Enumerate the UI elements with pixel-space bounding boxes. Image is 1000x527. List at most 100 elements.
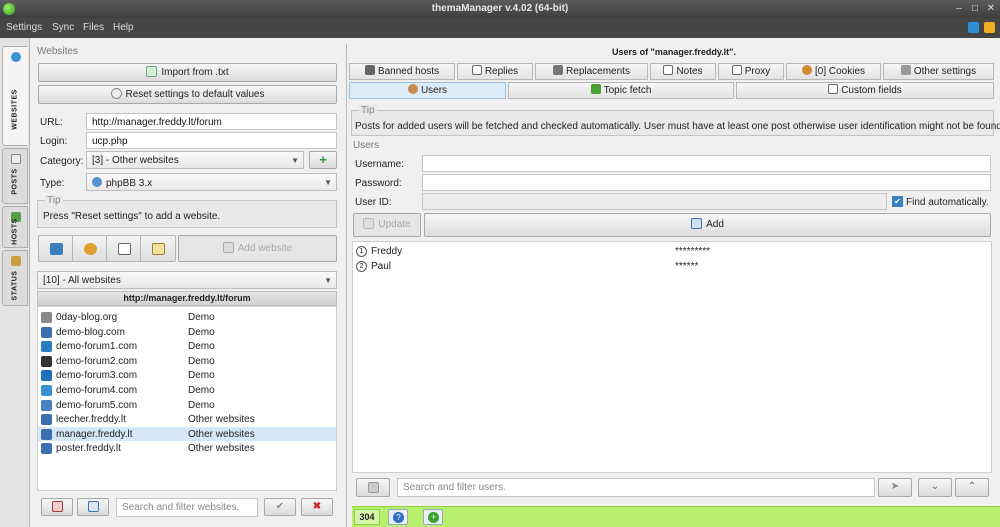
user-icon	[407, 84, 418, 94]
check-icon: ✔	[275, 501, 285, 512]
website-row[interactable]: demo-forum1.com Demo	[38, 339, 336, 354]
website-row[interactable]: demo-forum5.com Demo	[38, 398, 336, 413]
delete-website-button[interactable]	[41, 498, 73, 516]
user-row[interactable]: 2 Paul ******	[353, 259, 991, 274]
website-name: demo-forum5.com	[56, 399, 138, 411]
add-category-button[interactable]: +	[309, 151, 337, 169]
find-automatically-checkbox[interactable]: ✔	[892, 196, 903, 207]
tab-notes[interactable]: Notes	[650, 63, 716, 80]
notification-icon[interactable]	[984, 22, 995, 33]
tab-replacements-label: Replacements	[566, 66, 630, 77]
move-down-button[interactable]: ⌄	[918, 478, 952, 497]
tab-replies[interactable]: Replies	[457, 63, 533, 80]
user-filter-button[interactable]: ➤	[878, 478, 912, 497]
window-icon	[118, 243, 131, 255]
userid-label: User ID:	[355, 197, 392, 208]
help-icon: ?	[393, 512, 404, 523]
url-label: URL:	[40, 117, 63, 128]
sync-icon[interactable]	[968, 22, 979, 33]
user-name: Paul	[371, 261, 392, 272]
menu-settings[interactable]: Settings	[6, 22, 42, 33]
phpbb-icon	[92, 177, 102, 187]
side-tabs: WEBSITES POSTS HOSTS STATUS	[0, 38, 30, 527]
password-field[interactable]	[422, 174, 991, 191]
tab-status[interactable]: STATUS	[2, 250, 28, 306]
floppy-icon	[691, 218, 703, 229]
window-website-button[interactable]	[106, 235, 142, 262]
add-website-button[interactable]: Add website	[178, 235, 337, 262]
add-button[interactable]: +	[423, 509, 443, 525]
tab-banned-hosts[interactable]: Banned hosts	[349, 63, 455, 80]
site-favicon-icon	[41, 312, 52, 323]
tab-cookies[interactable]: [0] Cookies	[786, 63, 881, 80]
wrench-icon	[900, 65, 911, 75]
menu-sync[interactable]: Sync	[52, 22, 74, 33]
website-row[interactable]: manager.freddy.lt Other websites	[38, 426, 336, 442]
post-count-badge: 304	[354, 509, 380, 525]
website-row[interactable]: demo-forum2.com Demo	[38, 354, 336, 369]
website-group: Other websites	[188, 443, 255, 455]
refresh-icon	[84, 243, 97, 255]
minimize-button[interactable]: –	[952, 2, 966, 15]
menu-help[interactable]: Help	[113, 22, 134, 33]
url-field[interactable]: http://manager.freddy.lt/forum	[86, 113, 337, 130]
tab-other-settings[interactable]: Other settings	[883, 63, 994, 80]
edit-website-button[interactable]	[140, 235, 176, 262]
chevron-down-icon: ▼	[324, 276, 332, 285]
replies-icon	[471, 65, 482, 75]
website-group: Other websites	[188, 414, 255, 426]
list-view-button[interactable]	[77, 498, 109, 516]
username-field[interactable]	[422, 155, 991, 172]
website-row[interactable]: demo-forum3.com Demo	[38, 368, 336, 383]
tab-websites-label: WEBSITES	[11, 89, 19, 130]
site-favicon-icon	[41, 341, 52, 353]
update-user-button[interactable]: Update	[353, 213, 421, 237]
website-group: Demo	[188, 399, 215, 411]
copy-website-button[interactable]	[38, 235, 74, 262]
refresh-website-button[interactable]	[72, 235, 108, 262]
menu-files[interactable]: Files	[83, 22, 104, 33]
close-button[interactable]: ✕	[984, 2, 998, 15]
tab-proxy-label: Proxy	[744, 66, 771, 77]
title-bar: themaManager v.4.02 (64-bit) – □ ✕	[0, 0, 1000, 18]
reset-settings-button[interactable]: Reset settings to default values	[38, 85, 337, 104]
website-row[interactable]: demo-blog.com Demo	[38, 325, 336, 340]
website-filter-select[interactable]: [10] - All websites ▼	[37, 271, 337, 289]
maximize-button[interactable]: □	[968, 2, 982, 15]
userid-field[interactable]	[422, 193, 887, 210]
tab-topic-fetch[interactable]: Topic fetch	[508, 82, 734, 99]
tip-text: Press "Reset settings" to add a website.	[43, 211, 221, 222]
chevron-down-icon: ⌄	[930, 481, 940, 492]
login-field[interactable]: ucp.php	[86, 132, 337, 149]
website-search-input[interactable]: Search and filter websites.	[116, 498, 258, 517]
delete-user-button[interactable]	[356, 478, 390, 497]
import-txt-button[interactable]: Import from .txt	[38, 63, 337, 82]
category-select[interactable]: [3] - Other websites ▼	[86, 151, 304, 169]
help-button[interactable]: ?	[388, 509, 408, 525]
tab-replacements[interactable]: Replacements	[535, 63, 648, 80]
move-up-button[interactable]: ⌃	[955, 478, 989, 497]
website-name: demo-forum4.com	[56, 385, 138, 396]
status-bar: 304 ? +	[352, 506, 1000, 527]
users-tip-title: Tip	[359, 105, 377, 116]
apply-filter-button[interactable]: ✔	[264, 498, 296, 516]
tab-posts[interactable]: POSTS	[2, 148, 28, 204]
type-select[interactable]: phpBB 3.x ▼	[86, 173, 337, 191]
website-filter-value: [10] - All websites	[43, 275, 121, 286]
clear-filter-button[interactable]: ✖	[301, 498, 333, 516]
website-group: Demo	[188, 312, 215, 323]
website-row[interactable]: demo-forum4.com Demo	[38, 383, 336, 398]
login-label: Login:	[40, 136, 68, 147]
user-row[interactable]: 1 Freddy *********	[353, 244, 991, 259]
tab-proxy[interactable]: Proxy	[718, 63, 784, 80]
add-user-button[interactable]: Add	[424, 213, 991, 237]
website-row[interactable]: 0day-blog.org Demo	[38, 310, 336, 325]
website-row[interactable]: leecher.freddy.lt Other websites	[38, 412, 336, 427]
tab-websites[interactable]: WEBSITES	[2, 46, 28, 146]
website-row[interactable]: poster.freddy.lt Other websites	[38, 441, 336, 456]
tab-users[interactable]: Users	[349, 82, 506, 99]
tab-custom-fields[interactable]: Custom fields	[736, 82, 994, 99]
tab-hosts[interactable]: HOSTS	[2, 206, 28, 248]
add-user-label: Add	[706, 219, 724, 230]
user-search-input[interactable]: Search and filter users.	[397, 478, 875, 497]
